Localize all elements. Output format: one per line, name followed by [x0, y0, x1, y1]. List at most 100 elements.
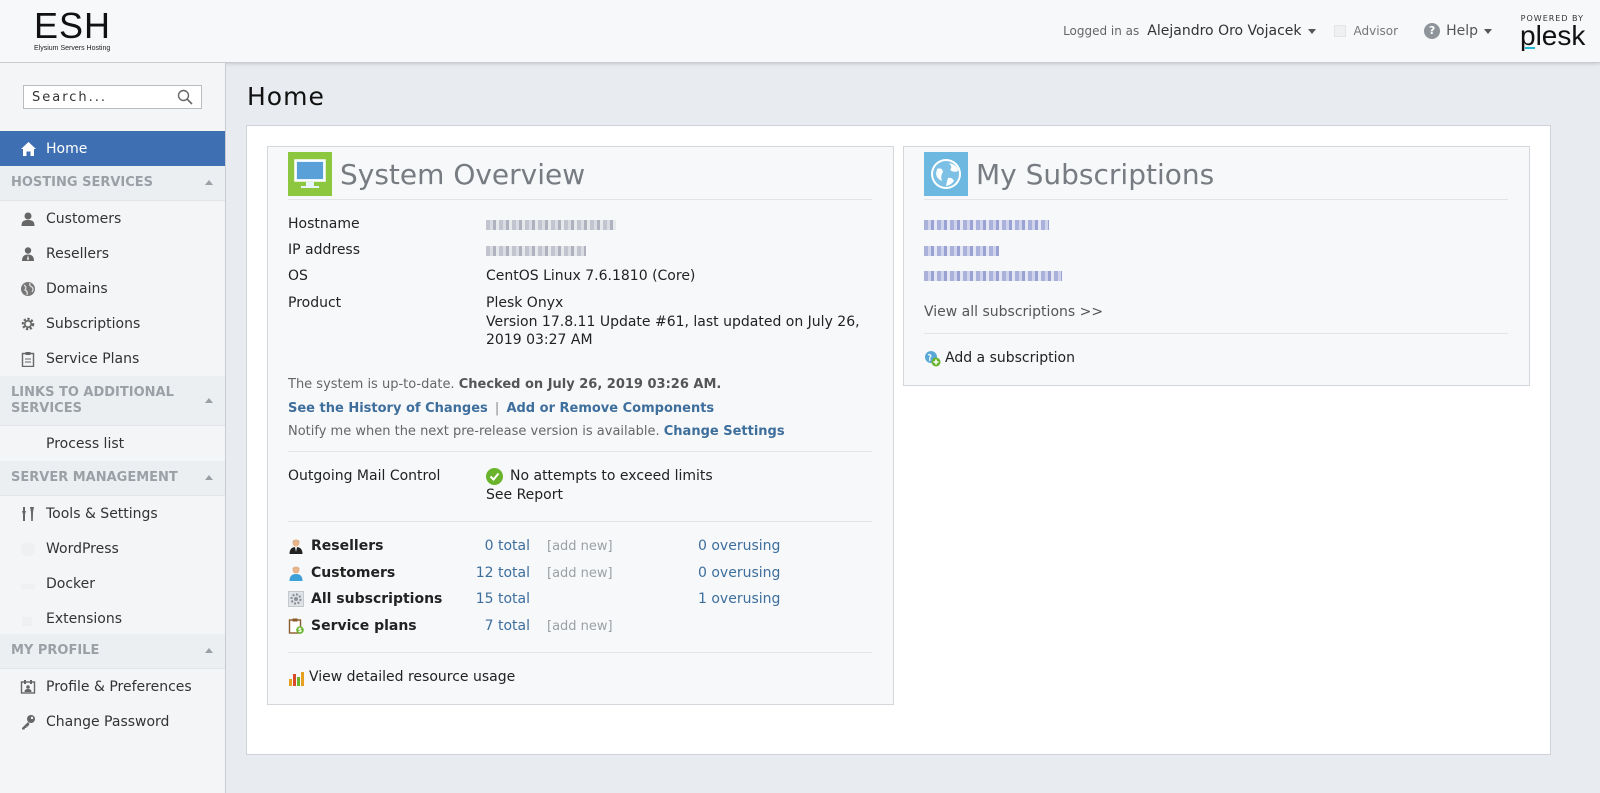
divider — [288, 521, 872, 522]
add-subscription-icon — [925, 351, 941, 367]
check-circle-icon — [486, 468, 503, 485]
customers-total-link[interactable]: 12 total — [468, 565, 530, 581]
search-icon[interactable] — [177, 89, 193, 105]
reseller-icon — [289, 539, 303, 554]
customers-overusing-link[interactable]: 0 overusing — [698, 565, 780, 581]
product-version: Version 17.8.11 Update #61, last updated… — [486, 314, 860, 330]
sidebar-item-label: Tools & Settings — [46, 505, 158, 522]
service-plans-total-link[interactable]: 7 total — [468, 618, 530, 634]
wordpress-icon — [19, 540, 37, 558]
sidebar-item-resellers[interactable]: Resellers — [0, 236, 225, 271]
collapse-icon — [205, 648, 213, 653]
collapse-icon — [205, 180, 213, 185]
section-server-management[interactable]: SERVER MANAGEMENT — [0, 461, 225, 496]
customers-add-new-link[interactable]: [add new] — [547, 566, 613, 581]
sidebar: Home HOSTING SERVICES Customers Reseller… — [0, 63, 226, 793]
divider — [288, 199, 872, 200]
ip-address-value-redacted — [486, 246, 586, 256]
collapse-icon — [205, 397, 213, 403]
stat-service-plans[interactable]: $ Service plans — [288, 618, 417, 634]
sidebar-item-process-list[interactable]: Process list — [0, 426, 225, 461]
advisor-button[interactable]: Advisor — [1333, 24, 1399, 38]
change-settings-link[interactable]: Change Settings — [664, 424, 785, 439]
section-title: SERVER MANAGEMENT — [11, 470, 178, 485]
update-status-text: The system is up-to-date. — [288, 377, 455, 392]
resellers-total-link[interactable]: 0 total — [468, 538, 530, 554]
sidebar-item-docker[interactable]: Docker — [0, 566, 225, 601]
plesk-logo[interactable]: POWERED BY plesk — [1520, 14, 1585, 50]
sidebar-item-customers[interactable]: Customers — [0, 201, 225, 236]
subscription-gear-icon — [288, 591, 304, 607]
mail-status-text: No attempts to exceed limits — [510, 468, 713, 484]
section-my-profile[interactable]: MY PROFILE — [0, 634, 225, 669]
notify-text: Notify me when the next pre-release vers… — [288, 424, 660, 439]
mail-control-label: Outgoing Mail Control — [288, 468, 441, 484]
see-report-link[interactable]: See Report — [486, 486, 563, 505]
section-title: MY PROFILE — [11, 643, 100, 658]
divider — [924, 199, 1508, 200]
link-separator: | — [494, 401, 500, 416]
history-of-changes-link[interactable]: See the History of Changes — [288, 401, 488, 416]
resellers-overusing-link[interactable]: 0 overusing — [698, 538, 780, 554]
divider — [924, 333, 1508, 334]
add-subscription-link[interactable]: Add a subscription — [924, 349, 1075, 368]
subscription-item-redacted[interactable] — [924, 246, 999, 256]
logo-text: ESH — [34, 5, 112, 46]
stat-resellers[interactable]: Resellers — [288, 538, 383, 554]
subscriptions-total-link[interactable]: 15 total — [468, 591, 530, 607]
resource-usage-link[interactable]: View detailed resource usage — [288, 668, 515, 687]
customer-icon — [289, 566, 303, 581]
stat-customers[interactable]: Customers — [288, 565, 395, 581]
subscriptions-overusing-link[interactable]: 1 overusing — [698, 591, 780, 607]
chevron-down-icon — [1484, 28, 1492, 34]
section-title: LINKS TO ADDITIONAL SERVICES — [11, 384, 174, 416]
sidebar-item-tools-settings[interactable]: Tools & Settings — [0, 496, 225, 531]
service-plan-icon: $ — [288, 618, 304, 634]
subscription-item-redacted[interactable] — [924, 271, 1062, 281]
key-icon — [19, 713, 37, 731]
user-icon — [19, 210, 37, 228]
hostname-label: Hostname — [288, 216, 360, 232]
section-links-additional-services[interactable]: LINKS TO ADDITIONAL SERVICES — [0, 376, 225, 426]
sidebar-item-label: Home — [46, 140, 88, 157]
panel-title: My Subscriptions — [976, 157, 1215, 191]
sidebar-item-profile-preferences[interactable]: Profile & Preferences — [0, 669, 225, 704]
update-status: The system is up-to-date. Checked on Jul… — [288, 377, 721, 392]
sidebar-item-label: Resellers — [46, 245, 110, 262]
svg-text:$: $ — [298, 627, 302, 634]
section-hosting-services[interactable]: HOSTING SERVICES — [0, 166, 225, 201]
resource-usage-label: View detailed resource usage — [309, 669, 516, 685]
sidebar-item-service-plans[interactable]: Service Plans — [0, 341, 225, 376]
advisor-label: Advisor — [1353, 24, 1399, 38]
subscription-item-redacted[interactable] — [924, 220, 1049, 230]
user-menu[interactable]: Alejandro Oro Vojacek — [1147, 23, 1316, 39]
divider — [288, 451, 872, 452]
search-input[interactable] — [24, 86, 174, 108]
sidebar-item-wordpress[interactable]: WordPress — [0, 531, 225, 566]
sidebar-item-home[interactable]: Home — [0, 131, 225, 166]
help-label: Help — [1446, 23, 1478, 39]
help-menu[interactable]: ? Help — [1424, 23, 1492, 39]
add-remove-components-link[interactable]: Add or Remove Components — [506, 401, 714, 416]
sidebar-item-domains[interactable]: Domains — [0, 271, 225, 306]
sidebar-item-label: Customers — [46, 210, 122, 227]
logged-in-label: Logged in as — [1063, 24, 1140, 38]
esh-logo[interactable]: ESH Elysium Servers Hosting — [34, 8, 114, 54]
sidebar-item-change-password[interactable]: Change Password — [0, 704, 225, 739]
stat-all-subscriptions[interactable]: All subscriptions — [288, 591, 442, 607]
system-overview-heading: System Overview — [288, 152, 585, 196]
panel-title: System Overview — [340, 157, 586, 191]
resellers-add-new-link[interactable]: [add new] — [547, 539, 613, 554]
product-value: Plesk Onyx — [486, 295, 564, 311]
sidebar-item-extensions[interactable]: Extensions — [0, 601, 225, 636]
view-all-subscriptions-link[interactable]: View all subscriptions >> — [924, 303, 1103, 322]
sidebar-item-subscriptions[interactable]: Subscriptions — [0, 306, 225, 341]
docker-icon — [19, 575, 37, 593]
divider — [288, 652, 872, 653]
process-icon — [19, 435, 37, 453]
gear-icon — [19, 315, 37, 333]
system-overview-panel: System Overview Hostname IP address OS C… — [267, 146, 894, 705]
service-plans-add-new-link[interactable]: [add new] — [547, 619, 613, 634]
help-icon: ? — [1424, 23, 1441, 39]
advisor-icon — [1333, 25, 1346, 37]
